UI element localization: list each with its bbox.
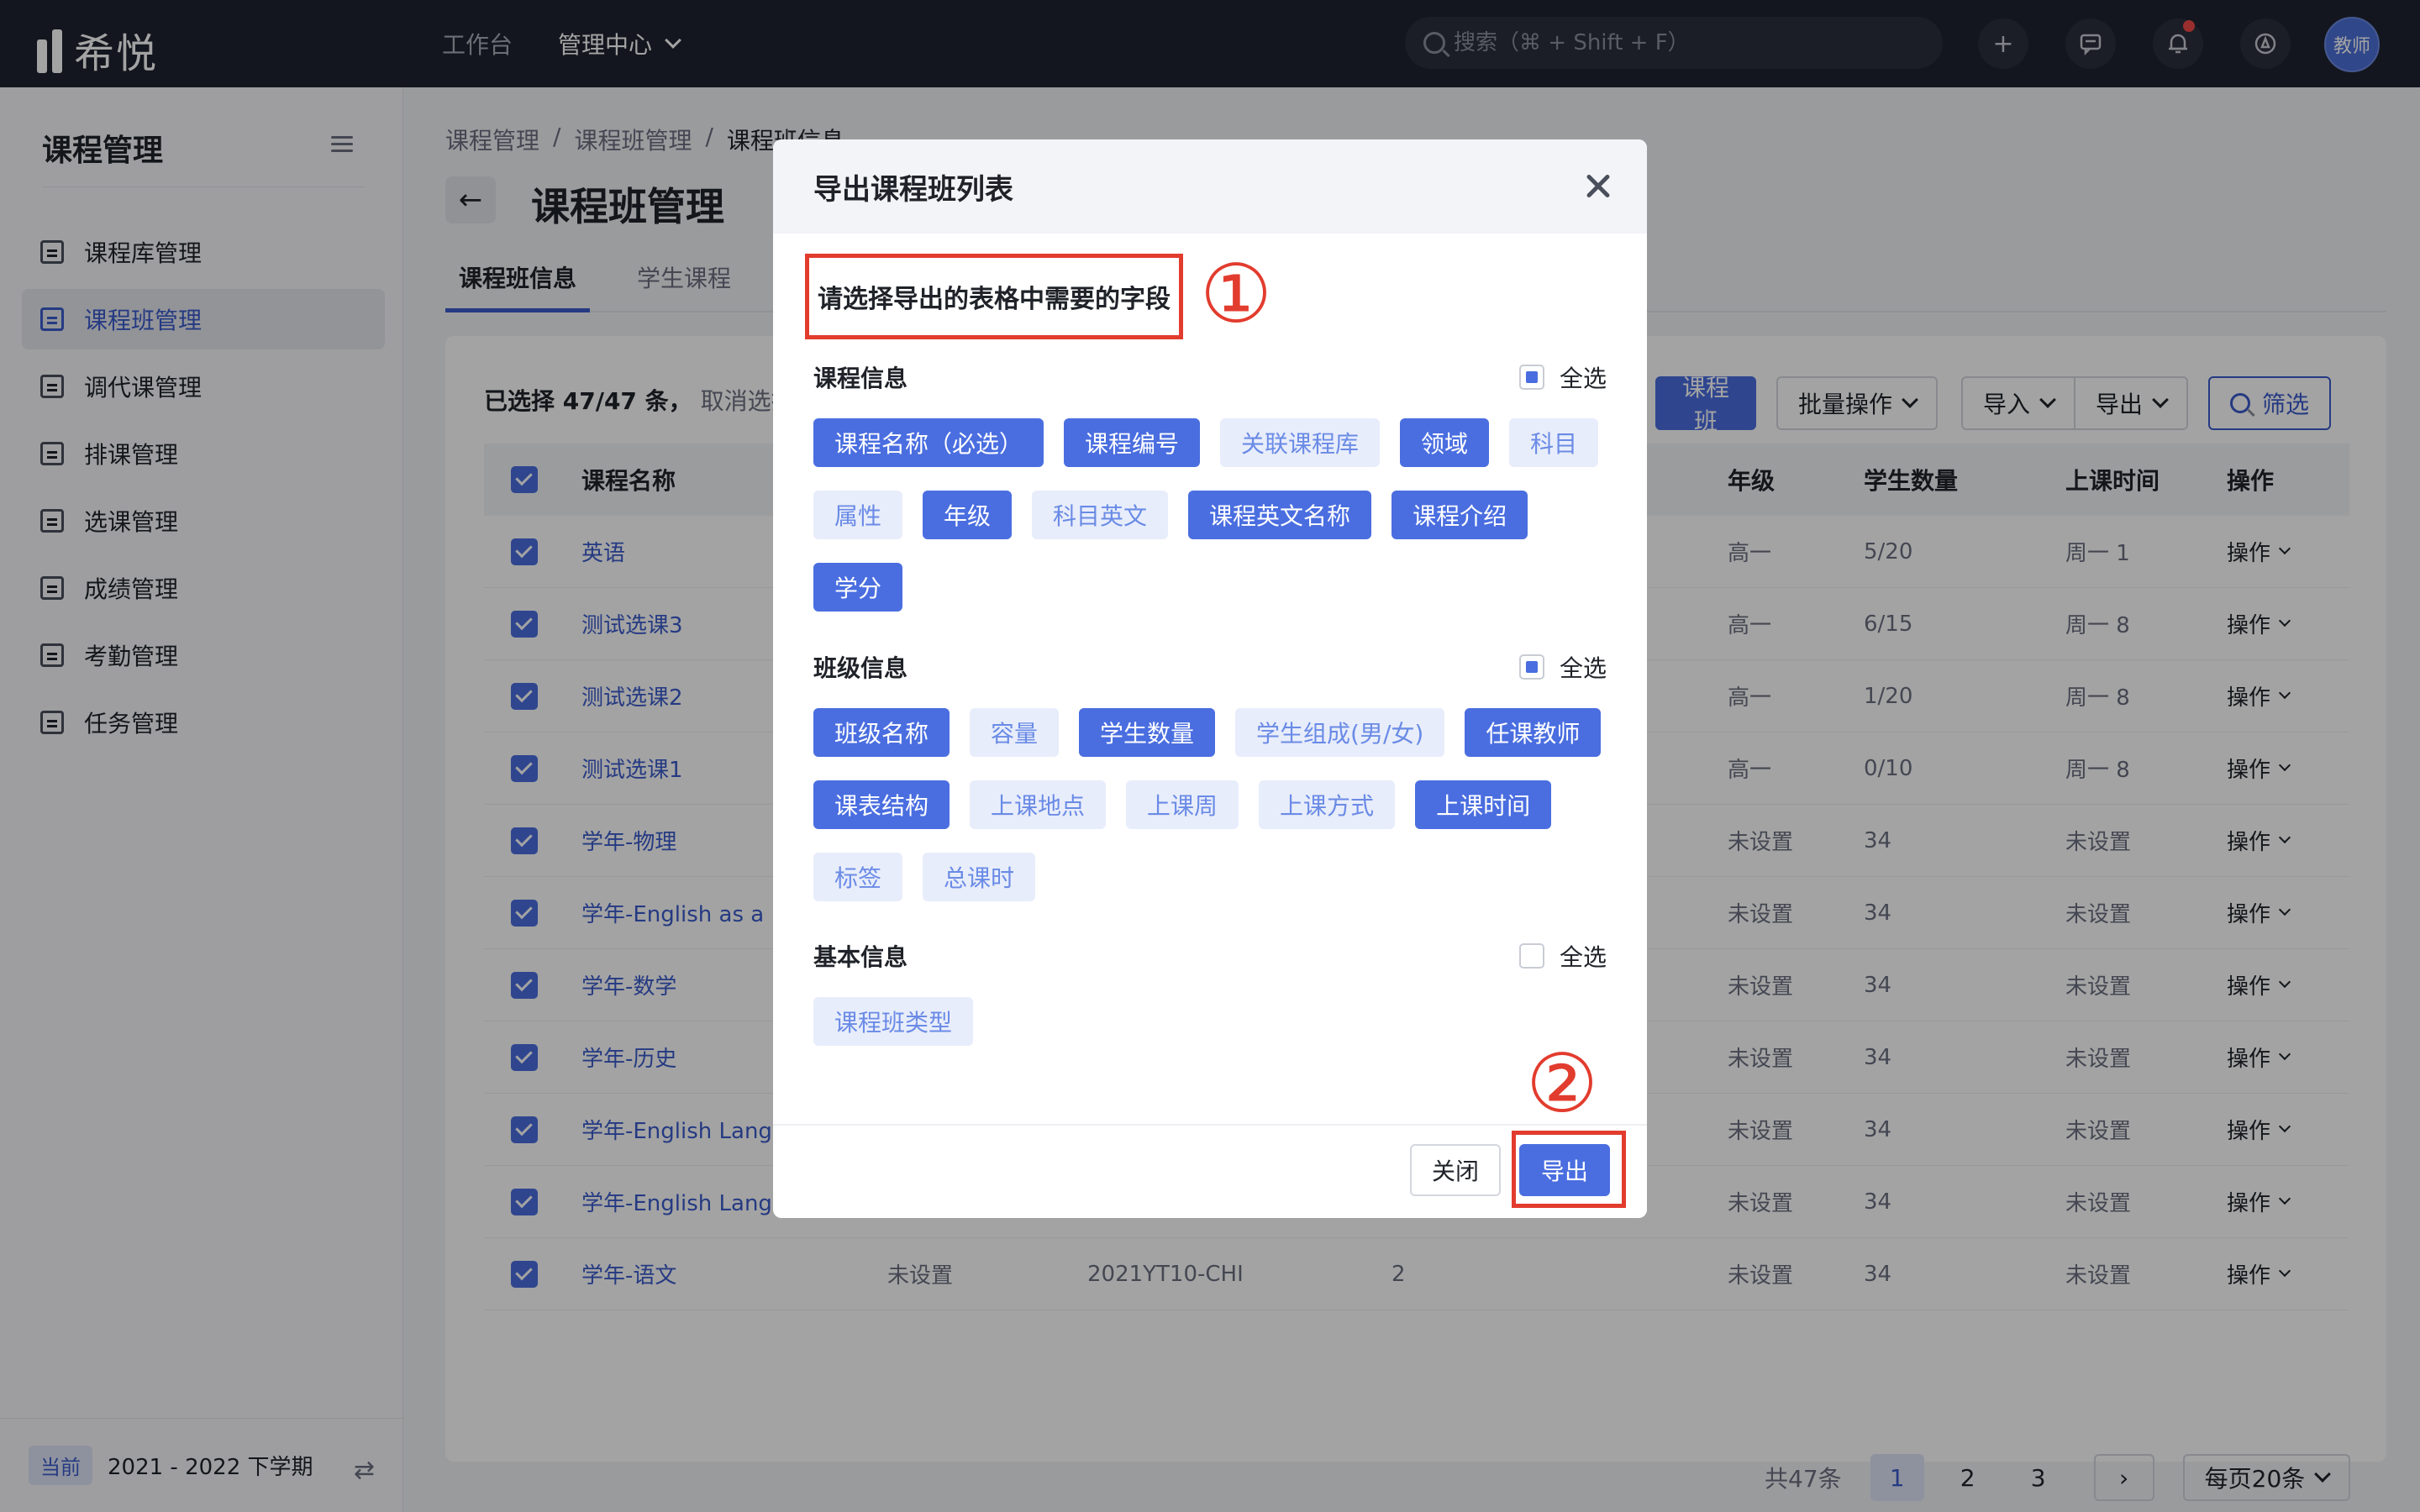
dialog-title: 导出课程班列表: [813, 172, 1013, 207]
checkbox-partial[interactable]: [1518, 365, 1544, 390]
field-tag[interactable]: 科目: [1509, 418, 1599, 467]
tag-group: 课程名称（必选） 课程编号 关联课程库 领域 科目属性 年级 科目英文 课程英文名称 课程介绍学…: [813, 418, 1607, 612]
section-title: 基本信息: [813, 943, 908, 971]
select-all-basic-info[interactable]: 全选: [1518, 939, 1607, 973]
field-tag[interactable]: 年级: [923, 491, 1013, 539]
step-1-marker: ①: [1200, 247, 1273, 341]
field-tag[interactable]: 课程班类型: [813, 997, 974, 1046]
field-tag[interactable]: 上课方式: [1259, 780, 1396, 829]
field-tag[interactable]: 领域: [1400, 418, 1490, 467]
tag-group: 班级名称 容量 学生数量 学生组成(男/女) 任课教师课表结构 上课地点 上课周 上课方式 上课…: [813, 708, 1607, 901]
field-tag[interactable]: 学分: [813, 563, 903, 612]
section-course-info: 课程信息 全选 课程名称（必选） 课程编号 关联课程库 领域 科目属性 年级 科目英文 课程英…: [813, 356, 1607, 612]
field-tag[interactable]: 上课时间: [1415, 780, 1552, 829]
field-tag[interactable]: 班级名称: [813, 708, 950, 757]
checkbox-partial[interactable]: [1518, 654, 1544, 680]
section-title: 班级信息: [813, 654, 908, 682]
field-tag[interactable]: 标签: [813, 853, 903, 901]
field-tag[interactable]: 科目英文: [1032, 491, 1169, 539]
select-all-course-info[interactable]: 全选: [1518, 360, 1607, 394]
field-tag[interactable]: 学生组成(男/女): [1235, 708, 1445, 757]
section-class-info: 班级信息 全选 班级名称 容量 学生数量 学生组成(男/女) 任课教师 课表结构 上课地点上…: [813, 646, 1607, 901]
field-tag[interactable]: 属性: [813, 491, 903, 539]
field-tag[interactable]: 容量: [970, 708, 1060, 757]
section-title: 课程信息: [813, 365, 908, 392]
close-button[interactable]: 关闭: [1410, 1144, 1501, 1196]
field-tag[interactable]: 关联课程库: [1220, 418, 1381, 467]
select-all-label: 全选: [1559, 654, 1607, 682]
field-tag[interactable]: 上课周: [1126, 780, 1239, 829]
tag-group: 课程班类型: [813, 997, 1607, 1046]
field-tag[interactable]: 课程介绍: [1392, 491, 1528, 539]
close-icon[interactable]: [1580, 168, 1617, 205]
field-tag[interactable]: 课程编号: [1064, 418, 1201, 467]
field-instruction: 请选择导出的表格中需要的字段: [805, 254, 1183, 339]
select-all-class-info[interactable]: 全选: [1518, 650, 1607, 684]
field-tag[interactable]: 学生数量: [1079, 708, 1216, 757]
select-all-label: 全选: [1559, 365, 1607, 392]
field-tag[interactable]: 课表结构: [813, 780, 950, 829]
field-tag[interactable]: 上课地点: [970, 780, 1107, 829]
section-basic-info: 基本信息 全选 课程班类型: [813, 935, 1607, 1046]
select-all-label: 全选: [1559, 943, 1607, 971]
dialog-header: 导出课程班列表: [773, 139, 1647, 234]
field-tag[interactable]: 课程英文名称: [1188, 491, 1372, 539]
step-2-marker: ②: [1526, 1037, 1599, 1131]
field-tag[interactable]: 任课教师: [1465, 708, 1602, 757]
export-dialog: 导出课程班列表 请选择导出的表格中需要的字段 ① 课程信息 全选 课程名称（必选…: [773, 139, 1647, 1218]
field-tag[interactable]: 总课时: [923, 853, 1036, 901]
field-tag[interactable]: 课程名称（必选）: [813, 418, 1044, 467]
checkbox-unchecked[interactable]: [1518, 943, 1544, 969]
export-highlight: [1512, 1131, 1626, 1208]
